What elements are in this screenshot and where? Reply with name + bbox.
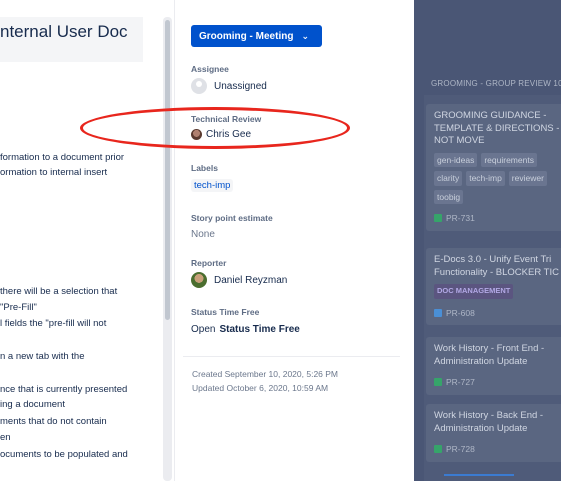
card-tag: gen-ideas (434, 152, 478, 167)
story-icon (434, 214, 442, 223)
assignee-field[interactable]: Unassigned (191, 78, 267, 94)
card-tag: requirements (481, 152, 537, 167)
card-title: GROOMING GUIDANCE - TEMPLATE & DIRECTION… (434, 110, 560, 146)
status-time-value: Status Time Free (219, 324, 300, 335)
card-key-label: PR-727 (446, 377, 475, 387)
story-points-field[interactable]: None (191, 229, 215, 240)
card-key: PR-728 (434, 443, 561, 456)
epic-badge: DOC MANAGEMENT (434, 284, 514, 299)
card-tag: reviewer (508, 171, 547, 186)
board-card[interactable]: E-Docs 3.0 - Unify Event Tri Functionali… (426, 248, 561, 325)
board-background: GROOMING - GROUP REVIEW 10 GROOMING GUID… (414, 0, 561, 481)
description-line: ormation to internal insert (0, 167, 108, 178)
status-dropdown-button[interactable]: Grooming - Meeting ⌄ (191, 25, 322, 47)
divider (183, 356, 400, 357)
status-time-field: Open Status Time Free (191, 324, 300, 335)
scrollbar-thumb[interactable] (165, 20, 170, 320)
description-line: l fields the "pre-fill will not (0, 318, 107, 329)
card-tag: toobig (434, 189, 464, 204)
status-time-label: Status Time Free (191, 307, 260, 317)
description-line: nce that is currently presented (0, 384, 128, 395)
description-line: "Pre-Fill" (0, 302, 37, 313)
card-tag: clarity (434, 171, 463, 186)
annotation-ellipse (80, 107, 350, 149)
updated-timestamp: Updated October 6, 2020, 10:59 AM (192, 383, 329, 393)
description-line: en (0, 432, 11, 443)
progress-bar (444, 474, 514, 476)
card-tags: gen-ideas requirements clarity tech-imp … (434, 152, 561, 204)
story-points-value: None (191, 229, 215, 240)
description-line: ocuments to be populated and (0, 449, 128, 460)
board-card[interactable]: Work History - Front End - Administratio… (426, 337, 561, 395)
card-key-label: PR-608 (446, 307, 475, 318)
assignee-label: Assignee (191, 64, 229, 74)
avatar (191, 272, 207, 288)
card-title: Work History - Front End - Administratio… (434, 343, 545, 367)
card-key: PR-608 (434, 307, 561, 320)
card-title: Work History - Back End - Administration… (434, 410, 544, 434)
labels-field[interactable]: tech-imp (191, 179, 234, 192)
card-key: PR-727 (434, 376, 561, 389)
created-timestamp: Created September 10, 2020, 5:26 PM (192, 369, 339, 379)
column-header: GROOMING - GROUP REVIEW 10 (431, 79, 561, 88)
board-card[interactable]: GROOMING GUIDANCE - TEMPLATE & DIRECTION… (426, 104, 561, 231)
labels-label: Labels (191, 163, 218, 173)
reporter-value: Daniel Reyzman (214, 274, 288, 286)
card-key-label: PR-731 (446, 213, 475, 223)
description-line: ments that do not contain (0, 416, 107, 427)
card-title: E-Docs 3.0 - Unify Event Tri Functionali… (434, 254, 559, 278)
card-key-label: PR-728 (446, 444, 475, 454)
reporter-label: Reporter (191, 258, 227, 268)
status-time-prefix: Open (191, 324, 216, 335)
description-line: formation to a document prior (0, 152, 125, 163)
description-panel: nternal User Doc formation to a document… (0, 0, 160, 481)
description-line: n a new tab with the (0, 351, 85, 362)
description-line: ing a document (0, 399, 65, 410)
card-key: PR-731 (434, 212, 561, 225)
story-icon (434, 378, 442, 387)
chevron-down-icon: ⌄ (301, 30, 309, 41)
story-icon (434, 445, 442, 454)
card-tag: tech-imp (466, 171, 505, 186)
assignee-value: Unassigned (214, 80, 267, 92)
description-line: there will be a selection that (0, 286, 118, 297)
label-chip[interactable]: tech-imp (191, 179, 234, 192)
description-title: nternal User Doc (0, 17, 143, 62)
panel-divider (174, 0, 175, 481)
reporter-field[interactable]: Daniel Reyzman (191, 272, 287, 288)
unassigned-avatar-icon (191, 78, 207, 94)
board-card[interactable]: Work History - Back End - Administration… (426, 404, 561, 462)
status-label: Grooming - Meeting (199, 30, 294, 42)
task-icon (434, 308, 442, 317)
story-points-label: Story point estimate (191, 213, 273, 223)
